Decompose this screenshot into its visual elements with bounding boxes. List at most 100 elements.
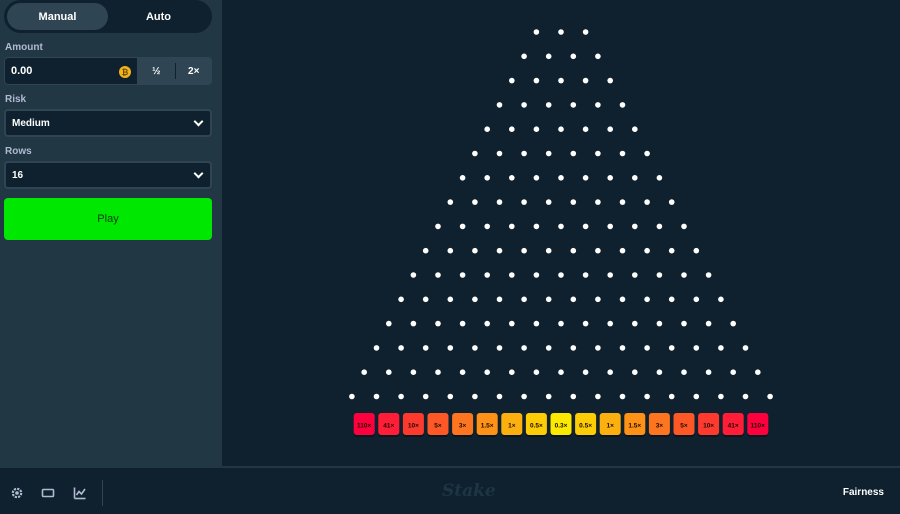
multiplier-bucket: 41× xyxy=(378,413,400,437)
peg xyxy=(607,77,613,84)
coin-icon: ₿ xyxy=(119,66,131,78)
peg xyxy=(386,369,392,376)
half-button[interactable]: ½ xyxy=(138,57,175,85)
peg xyxy=(656,223,663,230)
peg xyxy=(398,393,404,400)
peg xyxy=(607,369,613,376)
peg xyxy=(373,393,380,400)
peg xyxy=(545,393,552,400)
peg xyxy=(619,296,626,303)
chevron-down-icon xyxy=(193,168,204,178)
multiplier-bucket: 3× xyxy=(452,413,474,437)
peg xyxy=(582,272,589,278)
multiplier-bucket: 1.5× xyxy=(476,413,498,437)
multiplier-bucket: 10× xyxy=(402,413,424,437)
peg xyxy=(558,369,564,376)
multiplier-bucket: 110× xyxy=(353,413,375,437)
tab-manual[interactable]: Manual xyxy=(7,3,108,30)
play-button[interactable]: Play xyxy=(4,198,212,240)
peg xyxy=(632,126,638,132)
multiplier-bucket: 1× xyxy=(599,413,621,437)
peg xyxy=(533,175,540,181)
multiplier-label: 1.5× xyxy=(481,423,494,430)
rows-select[interactable]: 16 xyxy=(4,161,212,189)
peg xyxy=(484,126,491,132)
peg xyxy=(459,369,466,376)
peg xyxy=(472,247,478,254)
multiplier-bucket: 0.5× xyxy=(575,413,597,437)
peg xyxy=(705,272,712,278)
footer-bar: Stake Fairness xyxy=(0,466,900,514)
peg xyxy=(595,296,601,303)
peg xyxy=(681,320,687,327)
peg xyxy=(545,102,552,108)
peg xyxy=(693,393,700,400)
multiplier-bucket: 10× xyxy=(698,413,720,437)
peg xyxy=(386,320,392,327)
amount-input[interactable]: 0.00 ₿ xyxy=(4,57,138,85)
peg xyxy=(570,53,577,60)
peg xyxy=(755,369,761,376)
peg xyxy=(632,369,638,376)
multiplier-bucket: 5× xyxy=(427,413,449,437)
peg xyxy=(681,272,687,278)
peg xyxy=(509,77,515,84)
multiplier-label: 1× xyxy=(606,423,614,430)
theatre-mode-icon[interactable] xyxy=(41,486,55,500)
peg xyxy=(484,320,491,327)
peg xyxy=(693,247,700,254)
peg xyxy=(619,247,626,254)
stats-icon[interactable] xyxy=(73,486,87,500)
peg xyxy=(570,247,577,254)
peg xyxy=(459,320,466,327)
peg xyxy=(718,393,724,400)
footer-divider xyxy=(102,480,103,506)
peg xyxy=(509,175,515,181)
peg xyxy=(533,126,540,132)
peg xyxy=(619,345,626,351)
peg xyxy=(422,345,429,351)
peg xyxy=(619,393,626,400)
peg xyxy=(509,126,515,132)
peg xyxy=(422,296,429,303)
peg xyxy=(533,29,540,35)
fairness-link[interactable]: Fairness xyxy=(843,487,884,498)
tab-auto[interactable]: Auto xyxy=(108,3,209,30)
stake-logo: Stake xyxy=(442,481,496,501)
peg xyxy=(521,393,527,400)
peg xyxy=(410,320,417,327)
peg xyxy=(472,296,478,303)
peg xyxy=(742,393,749,400)
peg xyxy=(632,223,638,230)
peg xyxy=(361,369,367,376)
peg xyxy=(558,223,564,230)
peg xyxy=(422,247,429,254)
double-button[interactable]: 2× xyxy=(176,57,213,85)
peg xyxy=(509,320,515,327)
peg xyxy=(595,247,601,254)
peg xyxy=(521,247,527,254)
peg xyxy=(509,272,515,278)
peg xyxy=(730,320,736,327)
peg xyxy=(484,223,491,230)
peg xyxy=(496,150,503,157)
amount-value: 0.00 xyxy=(11,65,33,77)
settings-icon[interactable] xyxy=(10,486,24,500)
risk-select[interactable]: Medium xyxy=(4,109,212,137)
peg xyxy=(496,393,503,400)
peg xyxy=(570,150,577,157)
peg xyxy=(558,320,564,327)
peg xyxy=(447,393,454,400)
peg xyxy=(644,393,650,400)
peg xyxy=(509,223,515,230)
peg xyxy=(681,369,687,376)
risk-label: Risk xyxy=(5,94,27,105)
peg xyxy=(656,369,663,376)
peg xyxy=(607,175,613,181)
peg xyxy=(644,150,650,157)
multiplier-label: 5× xyxy=(680,423,688,430)
multiplier-label: 10× xyxy=(703,423,714,430)
peg xyxy=(496,102,503,108)
peg xyxy=(718,296,724,303)
peg xyxy=(644,296,650,303)
